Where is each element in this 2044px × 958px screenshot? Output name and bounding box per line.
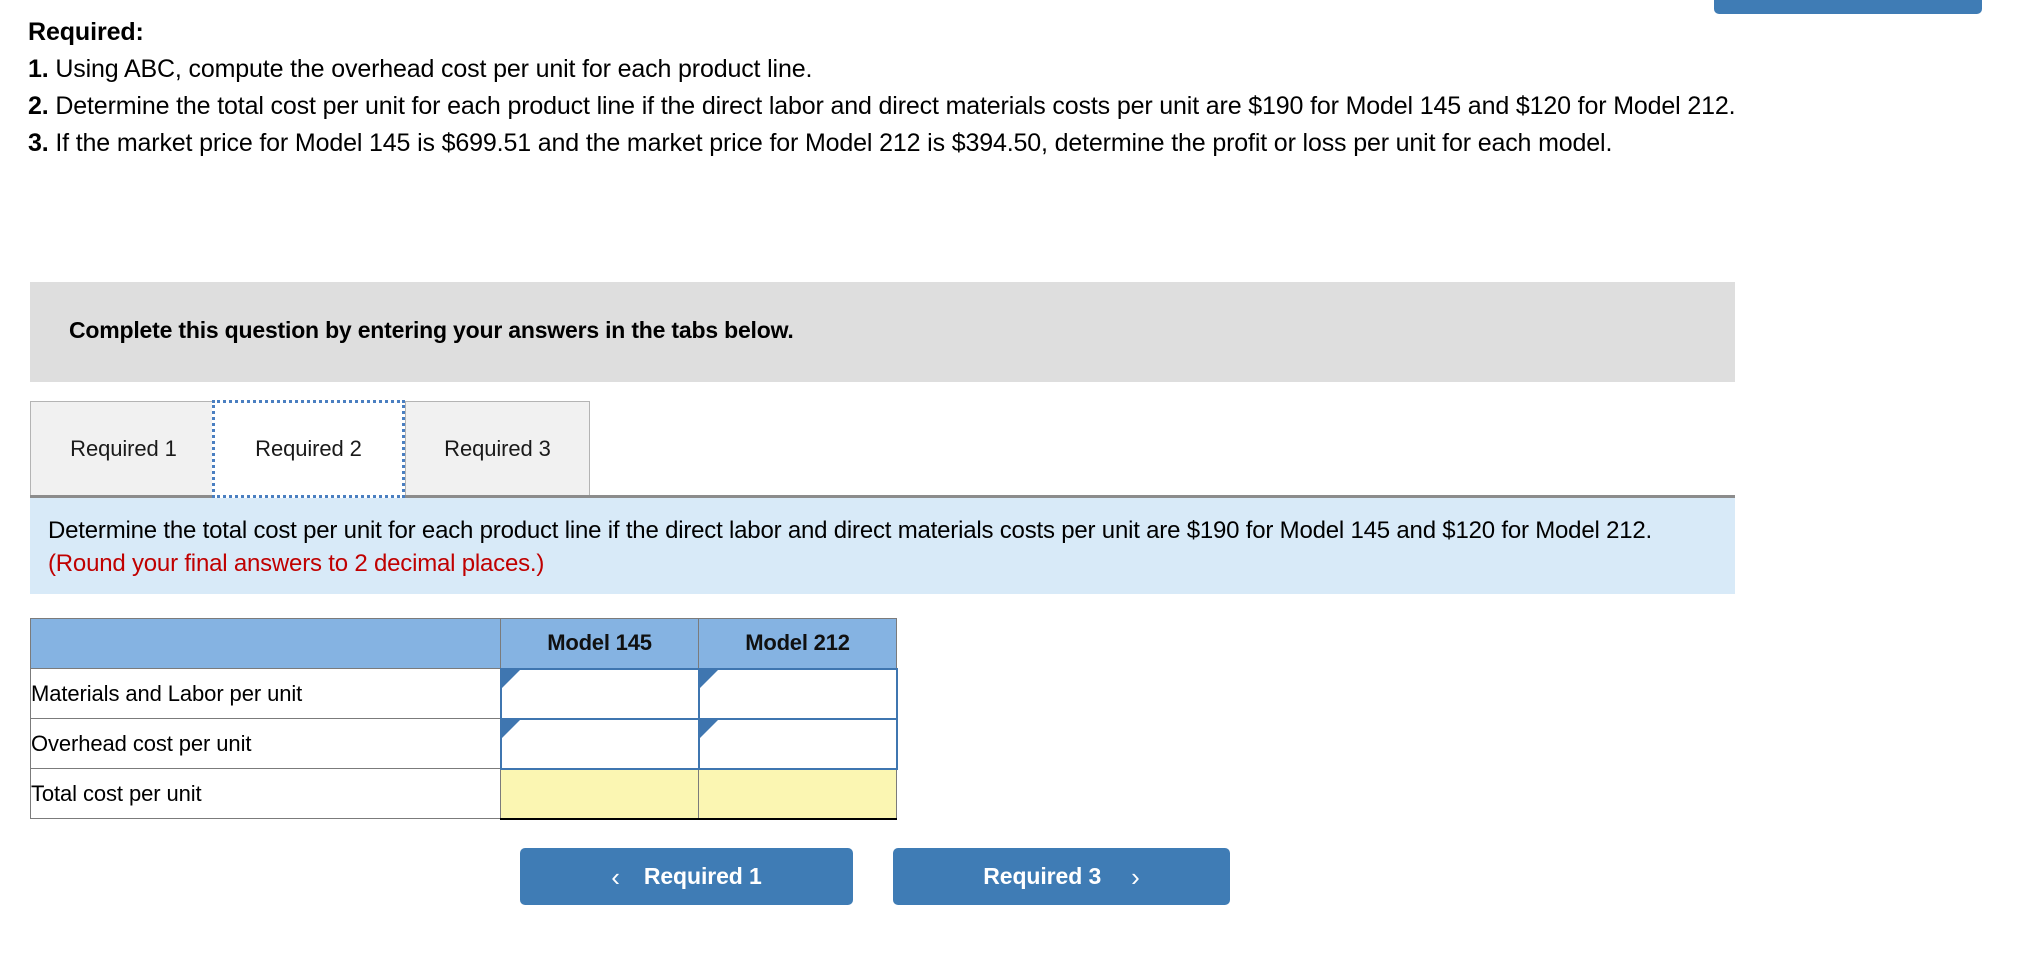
row-label-overhead-cost: Overhead cost per unit [30, 718, 501, 769]
input-materials-labor-model-212[interactable] [697, 667, 898, 720]
required-item-2-text: Determine the total cost per unit for ea… [48, 92, 1736, 120]
chevron-right-icon: › [1131, 861, 1140, 892]
top-right-action-button[interactable] [1714, 0, 1982, 14]
cell-corner-marker-icon [699, 669, 718, 688]
tab-required-2-label: Required 2 [255, 436, 362, 461]
required-item-2: 2. Determine the total cost per unit for… [28, 88, 1928, 125]
complete-question-banner-text: Complete this question by entering your … [69, 317, 794, 343]
required-instructions: Required: 1. Using ABC, compute the over… [28, 14, 1928, 162]
required-item-1-text: Using ABC, compute the overhead cost per… [48, 55, 813, 83]
required-item-1-number: 1. [28, 55, 49, 83]
cell-corner-marker-icon [501, 669, 520, 688]
chevron-left-icon: ‹ [611, 861, 620, 892]
required-item-1: 1. Using ABC, compute the overhead cost … [28, 51, 1928, 88]
tab-required-2[interactable]: Required 2 [212, 400, 405, 498]
answer-table: Model 145 Model 212 Materials and Labor … [30, 618, 898, 820]
instruction-main-text: Determine the total cost per unit for ea… [48, 517, 1652, 544]
tab-required-3-label: Required 3 [444, 436, 551, 461]
complete-question-banner: Complete this question by entering your … [30, 282, 1735, 382]
table-row: Overhead cost per unit [30, 717, 898, 770]
next-required-button-label: Required 3 [983, 863, 1102, 889]
row-label-total-cost: Total cost per unit [30, 768, 501, 819]
table-row: Total cost per unit [30, 767, 897, 820]
instruction-rounding-note: (Round your final answers to 2 decimal p… [48, 550, 545, 577]
instruction-panel: Determine the total cost per unit for ea… [30, 498, 1735, 594]
total-model-145 [500, 767, 699, 820]
tab-required-1-label: Required 1 [70, 436, 177, 461]
table-header-model-145: Model 145 [500, 618, 699, 669]
row-label-materials-and-labor: Materials and Labor per unit [30, 668, 501, 719]
tab-strip: Required 1 Required 2 Required 3 [30, 400, 1735, 498]
input-overhead-model-212[interactable] [697, 717, 898, 770]
input-materials-labor-model-145[interactable] [499, 667, 700, 720]
instruction-panel-text: Determine the total cost per unit for ea… [48, 514, 1720, 580]
required-item-3: 3. If the market price for Model 145 is … [28, 125, 1928, 162]
table-header-model-212: Model 212 [698, 618, 897, 669]
previous-required-button-label: Required 1 [643, 863, 762, 889]
tab-required-3[interactable]: Required 3 [405, 401, 590, 496]
cell-corner-marker-icon [501, 719, 520, 738]
table-header-blank [30, 618, 501, 669]
input-overhead-model-145[interactable] [499, 717, 700, 770]
required-item-2-number: 2. [28, 92, 49, 120]
required-item-3-text: If the market price for Model 145 is $69… [48, 129, 1613, 157]
table-header-row: Model 145 Model 212 [30, 618, 897, 669]
required-item-3-number: 3. [28, 129, 49, 157]
required-heading: Required: [28, 18, 144, 46]
previous-required-button[interactable]: ‹ Required 1 [520, 848, 853, 905]
cell-corner-marker-icon [699, 719, 718, 738]
tab-required-1[interactable]: Required 1 [30, 401, 217, 496]
total-model-212 [698, 767, 897, 820]
next-required-button[interactable]: Required 3 › [893, 848, 1230, 905]
table-row: Materials and Labor per unit [30, 667, 898, 720]
